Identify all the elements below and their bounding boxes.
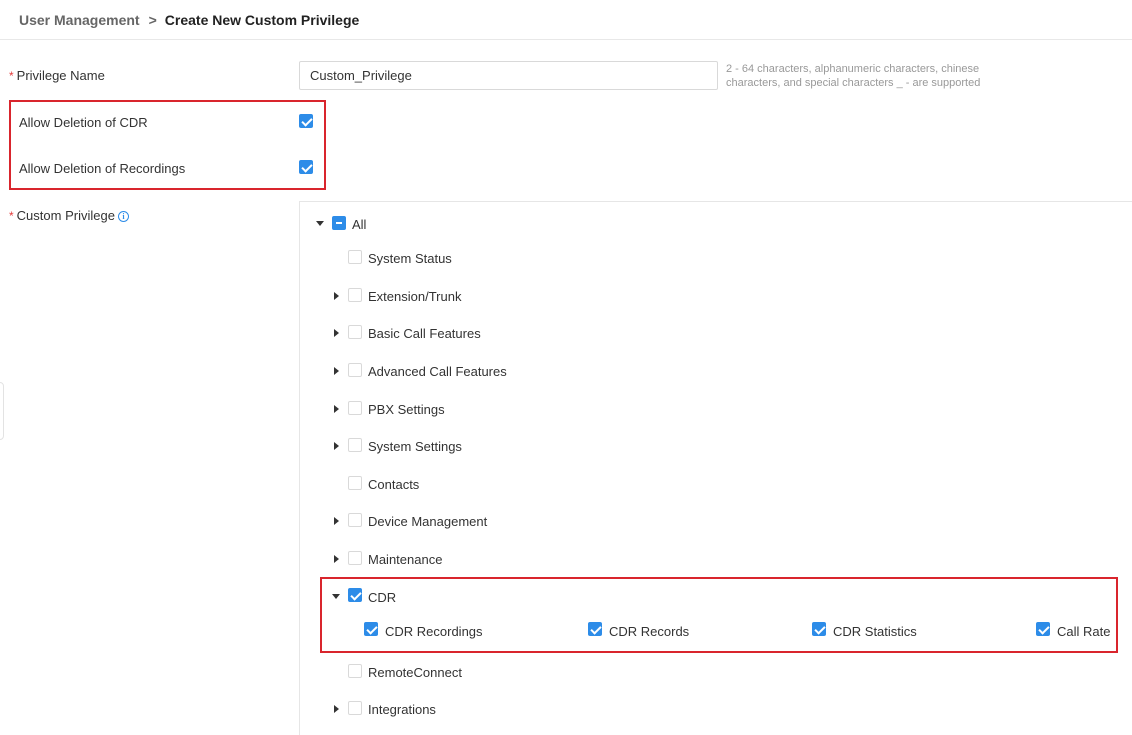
tree-system-status-checkbox[interactable] (348, 250, 362, 264)
tree-cdr-records-checkbox[interactable] (588, 622, 602, 636)
collapse-arrow-icon[interactable] (332, 594, 340, 599)
tree-item-cdr-statistics: CDR Statistics (833, 624, 917, 639)
expand-arrow-icon[interactable] (334, 405, 339, 413)
tree-cdr-recordings-checkbox[interactable] (364, 622, 378, 636)
tree-item-all: All (352, 217, 367, 232)
required-mark: * (9, 69, 14, 83)
tree-device-management-checkbox[interactable] (348, 513, 362, 527)
page-title: Create New Custom Privilege (164, 11, 360, 28)
cdr-privilege-highlight (320, 577, 1118, 653)
tree-extension-trunk-checkbox[interactable] (348, 288, 362, 302)
tree-item-integrations: Integrations (368, 702, 436, 717)
tree-item-device-management: Device Management (368, 514, 488, 529)
required-mark: * (9, 209, 14, 223)
info-icon[interactable]: i (117, 211, 129, 222)
deletion-options-highlight (9, 100, 326, 190)
tree-item-basic-call-features: Basic Call Features (368, 326, 481, 341)
expand-arrow-icon[interactable] (334, 367, 339, 375)
tree-advanced-call-features-checkbox[interactable] (348, 363, 362, 377)
tree-pbx-settings-checkbox[interactable] (348, 401, 362, 415)
privilege-name-input[interactable] (299, 61, 718, 90)
tree-maintenance-checkbox[interactable] (348, 551, 362, 565)
expand-arrow-icon[interactable] (334, 555, 339, 563)
tree-basic-call-features-checkbox[interactable] (348, 325, 362, 339)
tree-item-extension-trunk: Extension/Trunk (368, 289, 462, 304)
tree-system-settings-checkbox[interactable] (348, 438, 362, 452)
tree-cdr-checkbox[interactable] (348, 588, 362, 602)
breadcrumb-user-management[interactable]: User Management (19, 12, 140, 28)
expand-arrow-icon[interactable] (334, 442, 339, 450)
tree-contacts-checkbox[interactable] (348, 476, 362, 490)
tree-call-rate-checkbox[interactable] (1036, 622, 1050, 636)
expand-arrow-icon[interactable] (334, 329, 339, 337)
tree-item-contacts: Contacts (368, 477, 420, 492)
tree-cdr-statistics-checkbox[interactable] (812, 622, 826, 636)
tree-item-cdr: CDR (368, 590, 397, 605)
privilege-name-hint: 2 - 64 characters, alphanumeric characte… (726, 63, 981, 89)
tree-item-system-status: System Status (368, 251, 452, 266)
side-collapse-tab[interactable] (0, 382, 4, 440)
tree-item-cdr-records: CDR Records (609, 624, 690, 639)
breadcrumb: User Management > Create New Custom Priv… (0, 0, 1132, 40)
tree-item-cdr-recordings: CDR Recordings (385, 624, 483, 639)
privilege-name-label: * Privilege Name (9, 68, 105, 83)
collapse-arrow-icon[interactable] (316, 221, 324, 226)
tree-integrations-checkbox[interactable] (348, 701, 362, 715)
allow-deletion-recordings-label: Allow Deletion of Recordings (19, 161, 186, 176)
allow-deletion-cdr-checkbox[interactable] (299, 114, 313, 128)
tree-all-checkbox[interactable] (332, 216, 346, 230)
allow-deletion-cdr-label: Allow Deletion of CDR (19, 115, 148, 130)
expand-arrow-icon[interactable] (334, 292, 339, 300)
allow-deletion-recordings-checkbox[interactable] (299, 160, 313, 174)
tree-item-pbx-settings: PBX Settings (368, 402, 445, 417)
custom-privilege-label: * Custom Privilege i (9, 208, 129, 223)
breadcrumb-separator: > (148, 11, 157, 28)
privilege-tree-panel (299, 201, 1132, 735)
tree-item-call-rate: Call Rate (1057, 624, 1111, 639)
expand-arrow-icon[interactable] (334, 705, 339, 713)
expand-arrow-icon[interactable] (334, 517, 339, 525)
tree-item-remoteconnect: RemoteConnect (368, 665, 462, 680)
tree-item-advanced-call-features: Advanced Call Features (368, 364, 507, 379)
tree-remoteconnect-checkbox[interactable] (348, 664, 362, 678)
tree-item-maintenance: Maintenance (368, 552, 443, 567)
tree-item-system-settings: System Settings (368, 439, 462, 454)
